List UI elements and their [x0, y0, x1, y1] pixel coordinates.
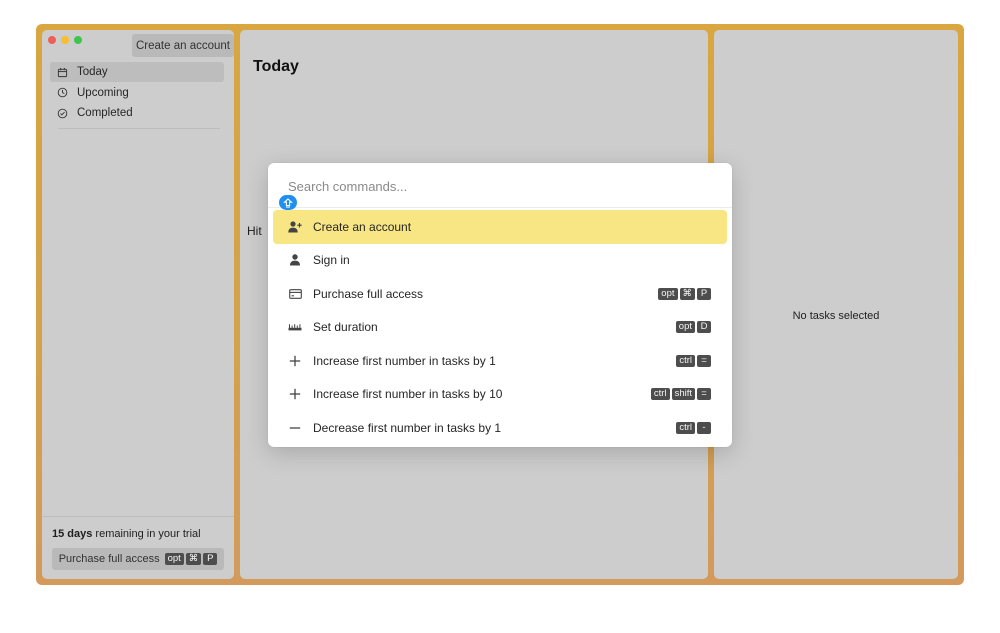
shortcut-key: ⌘ [185, 553, 202, 565]
keyboard-shortcut: ctrl - [676, 421, 711, 434]
command-purchase-full-access[interactable]: Purchase full access opt ⌘ P [273, 277, 727, 311]
command-set-duration[interactable]: Set duration opt D [273, 311, 727, 345]
command-label: Purchase full access [313, 286, 424, 301]
ruler-icon [288, 320, 302, 334]
page-title: Today [253, 58, 299, 75]
shortcut-key: ctrl [650, 388, 670, 401]
command-decrease-by-1[interactable]: Decrease first number in tasks by 1 ctrl… [273, 411, 727, 445]
purchase-full-access-button[interactable]: Purchase full access opt ⌘ P [52, 548, 224, 570]
shortcut-key: opt [164, 553, 184, 565]
sidebar-item-completed[interactable]: Completed [50, 103, 224, 123]
sidebar-nav: Today Upcoming Completed [50, 62, 224, 124]
purchase-label: Purchase full access [58, 553, 160, 565]
extension-badge-icon[interactable] [279, 195, 297, 210]
sidebar-item-label: Upcoming [77, 86, 129, 99]
close-window-button[interactable] [48, 36, 56, 44]
shortcut-key: ⌘ [679, 287, 695, 300]
sidebar-item-upcoming[interactable]: Upcoming [50, 83, 224, 103]
check-circle-icon [57, 108, 68, 118]
sidebar-item-label: Completed [77, 107, 133, 119]
create-account-button[interactable]: Create an account [132, 34, 234, 57]
trial-days: 15 days [52, 528, 93, 540]
command-label: Increase first number in tasks by 10 [313, 387, 503, 402]
command-label: Create an account [313, 219, 412, 234]
calendar-icon [57, 67, 68, 77]
sidebar-item-label: Today [77, 66, 108, 78]
person-add-icon [288, 220, 302, 234]
command-search-input[interactable] [282, 175, 724, 197]
command-sign-in[interactable]: Sign in [273, 244, 727, 278]
shortcut-key: P [203, 553, 218, 565]
command-palette: Create an account Sign in Purchase full … [268, 163, 732, 447]
keyboard-shortcut: ctrl shift = [650, 388, 711, 401]
command-list: Create an account Sign in Purchase full … [273, 210, 727, 445]
shortcut-key: ctrl [676, 421, 695, 434]
empty-detail-text: No tasks selected [792, 310, 880, 322]
empty-hint: Hit [247, 224, 262, 238]
shortcut-key: opt [675, 321, 695, 334]
shortcut-key: - [697, 421, 711, 434]
shortcut-key: = [697, 354, 711, 367]
keyboard-shortcut: opt ⌘ P [164, 553, 218, 565]
command-label: Decrease first number in tasks by 1 [313, 420, 502, 435]
search-divider [268, 207, 732, 208]
trial-divider [42, 516, 234, 517]
plus-icon [288, 387, 302, 401]
shortcut-key: = [697, 388, 711, 401]
keyboard-shortcut: opt D [675, 321, 711, 334]
sidebar: Create an account Today Upcoming Complet… [42, 30, 234, 579]
keyboard-shortcut: ctrl = [676, 354, 711, 367]
minus-icon [288, 421, 302, 435]
command-increase-by-10[interactable]: Increase first number in tasks by 10 ctr… [273, 378, 727, 412]
detail-pane: No tasks selected [714, 30, 958, 579]
window-controls [48, 36, 82, 44]
shortcut-key: opt [658, 287, 678, 300]
shortcut-key: P [697, 287, 711, 300]
sidebar-divider [58, 128, 220, 129]
command-increase-by-1[interactable]: Increase first number in tasks by 1 ctrl… [273, 344, 727, 378]
shortcut-key: D [697, 321, 711, 334]
command-label: Set duration [313, 320, 378, 335]
trial-suffix: remaining in your trial [92, 528, 201, 540]
zoom-window-button[interactable] [74, 36, 82, 44]
card-icon [288, 287, 302, 301]
command-label: Increase first number in tasks by 1 [313, 353, 496, 368]
person-icon [288, 253, 302, 267]
command-create-account[interactable]: Create an account [273, 210, 727, 244]
command-label: Sign in [313, 253, 350, 268]
plus-icon [288, 354, 302, 368]
keyboard-shortcut: opt ⌘ P [658, 287, 711, 300]
shortcut-key: shift [671, 388, 695, 401]
clock-icon [57, 87, 68, 98]
shortcut-key: ctrl [676, 354, 695, 367]
sidebar-item-today[interactable]: Today [50, 62, 224, 82]
minimize-window-button[interactable] [61, 36, 69, 44]
trial-status: 15 days remaining in your trial [52, 528, 201, 540]
